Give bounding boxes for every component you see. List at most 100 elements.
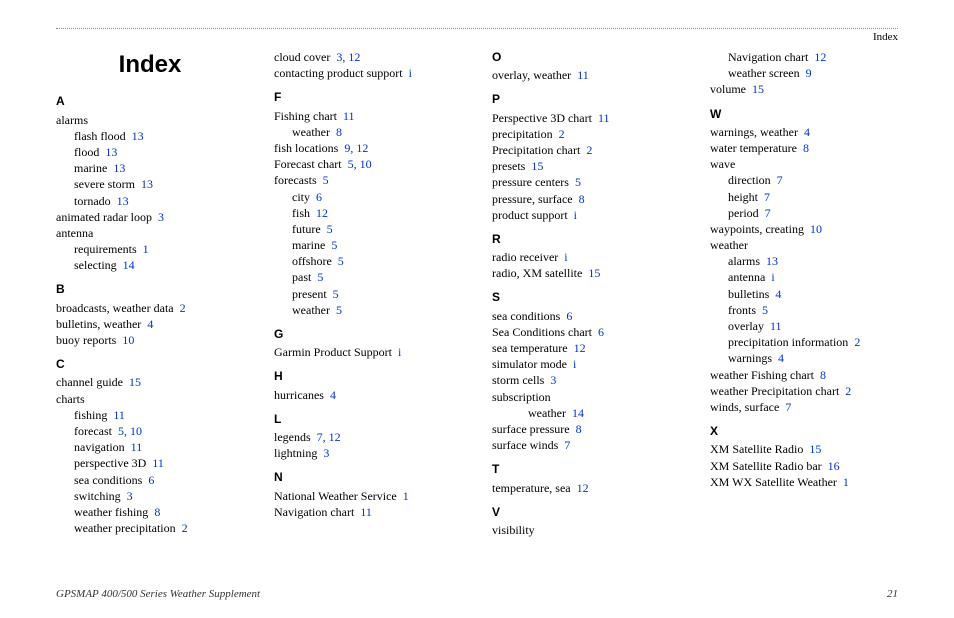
index-page-refs: 2 [182,521,188,535]
index-page-link[interactable]: 11 [152,456,164,470]
index-page-link[interactable]: 10 [130,424,142,438]
index-page-link[interactable]: 10 [810,222,822,236]
index-page-link[interactable]: 5 [762,303,768,317]
index-page-link[interactable]: 4 [778,351,784,365]
index-page-link[interactable]: 16 [828,459,840,473]
index-page-link[interactable]: 10 [360,157,372,171]
index-entry: past 5 [292,269,462,285]
index-page-link[interactable]: i [398,345,401,359]
index-page-link[interactable]: 5 [331,238,337,252]
index-page-link[interactable]: 4 [147,317,153,331]
index-term: pressure, surface [492,192,573,206]
index-page-link[interactable]: 5 [336,303,342,317]
index-page-link[interactable]: 4 [330,388,336,402]
index-page-link[interactable]: 3 [158,210,164,224]
index-page-refs: 9 [806,66,812,80]
index-page-link[interactable]: 13 [766,254,778,268]
index-page-link[interactable]: 11 [577,68,589,82]
index-page-link[interactable]: 9 [806,66,812,80]
index-page-link[interactable]: 4 [804,125,810,139]
index-page-link[interactable]: 3 [127,489,133,503]
index-page-link[interactable]: 5 [317,270,323,284]
index-page-link[interactable]: 12 [356,141,368,155]
index-page-link[interactable]: 10 [122,333,134,347]
index-page-link[interactable]: 11 [131,440,143,454]
index-page-link[interactable]: i [771,270,774,284]
index-page-link[interactable]: 8 [336,125,342,139]
index-page-link[interactable]: 3 [323,446,329,460]
index-page-link[interactable]: 12 [329,430,341,444]
index-term: weather Precipitation chart [710,384,839,398]
index-page-link[interactable]: 5 [323,173,329,187]
index-page-link[interactable]: 2 [180,301,186,315]
index-entry: volume 15 [710,81,898,97]
index-page-link[interactable]: 8 [820,368,826,382]
index-page-link[interactable]: 7 [777,173,783,187]
index-page-link[interactable]: 13 [132,129,144,143]
index-page-link[interactable]: 8 [579,192,585,206]
index-page-link[interactable]: 1 [403,489,409,503]
index-page-link[interactable]: 8 [154,505,160,519]
index-page-link[interactable]: 12 [577,481,589,495]
index-page-link[interactable]: 11 [360,505,372,519]
index-term: radio receiver [492,250,558,264]
index-page-link[interactable]: 8 [803,141,809,155]
index-page-link[interactable]: 2 [845,384,851,398]
index-page-link[interactable]: 7 [764,190,770,204]
index-page-link[interactable]: 13 [105,145,117,159]
index-page-link[interactable]: 6 [148,473,154,487]
index-page-link[interactable]: i [574,208,577,222]
index-page-link[interactable]: 12 [316,206,328,220]
index-page-link[interactable]: 13 [141,177,153,191]
index-term: precipitation information [728,335,848,349]
index-term: precipitation [492,127,553,141]
index-page-link[interactable]: 8 [576,422,582,436]
index-page-link[interactable]: 15 [129,375,141,389]
index-page-link[interactable]: 6 [316,190,322,204]
index-page-link[interactable]: 1 [143,242,149,256]
index-page-refs: 4 [147,317,153,331]
index-entry: animated radar loop 3 [56,209,244,225]
index-page-link[interactable]: 6 [566,309,572,323]
index-page-link[interactable]: 12 [348,50,360,64]
index-page-refs: 5 [575,175,581,189]
index-term: perspective 3D [74,456,146,470]
index-page-link[interactable]: 14 [123,258,135,272]
index-page-link[interactable]: 3 [550,373,556,387]
index-page-link[interactable]: 7 [765,206,771,220]
index-page-link[interactable]: 2 [854,335,860,349]
index-page-link[interactable]: 15 [752,82,764,96]
index-term: alarms [56,113,88,127]
index-page-link[interactable]: 11 [770,319,782,333]
index-page-link[interactable]: 5 [333,287,339,301]
index-page-link[interactable]: i [409,66,412,80]
index-page-link[interactable]: 2 [559,127,565,141]
index-page-link[interactable]: i [573,357,576,371]
index-page-link[interactable]: 2 [182,521,188,535]
index-page-link[interactable]: 5 [338,254,344,268]
index-page-link[interactable]: 15 [588,266,600,280]
index-page-link[interactable]: 2 [586,143,592,157]
index-term: selecting [74,258,117,272]
index-page-link[interactable]: 5 [327,222,333,236]
index-page-link[interactable]: 11 [113,408,125,422]
index-page-link[interactable]: 14 [572,406,584,420]
index-page-link[interactable]: 13 [113,161,125,175]
index-page-link[interactable]: 12 [814,50,826,64]
index-page-link[interactable]: 15 [531,159,543,173]
index-page-link[interactable]: 13 [117,194,129,208]
index-page-link[interactable]: 6 [598,325,604,339]
index-page-refs: 8 [336,125,342,139]
index-page-refs: 2 [586,143,592,157]
index-page-link[interactable]: 5 [575,175,581,189]
index-page-link[interactable]: 11 [343,109,355,123]
index-page-link[interactable]: 4 [775,287,781,301]
index-page-link[interactable]: 11 [598,111,610,125]
index-page-link[interactable]: 15 [809,442,821,456]
index-page-link[interactable]: i [564,250,567,264]
index-page-link[interactable]: 12 [574,341,586,355]
index-page-link[interactable]: 7 [564,438,570,452]
index-entry: Navigation chart 11 [274,504,462,520]
index-page-link[interactable]: 1 [843,475,849,489]
index-page-link[interactable]: 7 [785,400,791,414]
